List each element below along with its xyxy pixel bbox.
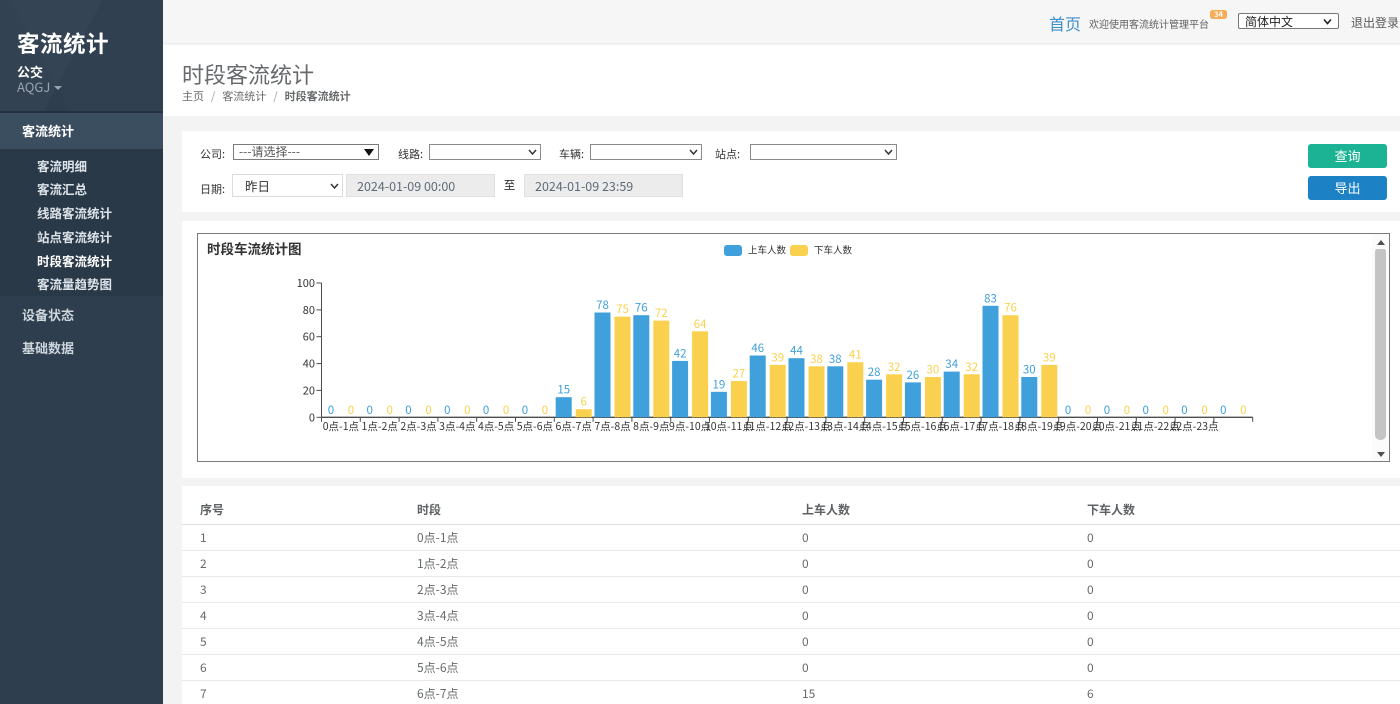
svg-text:0: 0 [444,402,450,418]
svg-text:76: 76 [1004,300,1017,316]
svg-text:75: 75 [616,301,629,317]
svg-text:0: 0 [1181,402,1187,418]
svg-text:41: 41 [849,347,862,363]
svg-text:0: 0 [464,402,470,418]
svg-text:100: 100 [297,275,315,291]
svg-text:26: 26 [907,367,920,383]
svg-text:38: 38 [810,351,823,367]
svg-text:0: 0 [309,409,315,425]
svg-text:38: 38 [829,351,842,367]
svg-text:8点-9点: 8点-9点 [633,419,669,434]
svg-text:0: 0 [1220,402,1226,418]
svg-text:6: 6 [581,394,587,410]
svg-text:0点-1点: 0点-1点 [323,419,359,434]
svg-text:60: 60 [303,329,315,345]
svg-text:0: 0 [503,402,509,418]
svg-text:76: 76 [635,300,648,316]
svg-text:34: 34 [945,356,958,372]
svg-text:3点-4点: 3点-4点 [439,419,475,434]
svg-text:15: 15 [557,382,570,398]
svg-text:0: 0 [405,402,411,418]
svg-text:46: 46 [751,340,764,356]
svg-text:0: 0 [1085,402,1091,418]
svg-text:30: 30 [1023,362,1036,378]
svg-text:0: 0 [1065,402,1071,418]
svg-text:0: 0 [1240,402,1246,418]
svg-text:19: 19 [713,376,726,392]
svg-text:0: 0 [542,402,548,418]
svg-text:27: 27 [733,366,746,382]
svg-text:2点-3点: 2点-3点 [400,419,436,434]
svg-text:80: 80 [303,302,315,318]
svg-text:0: 0 [1163,402,1169,418]
svg-text:0: 0 [387,402,393,418]
svg-text:0: 0 [1124,402,1130,418]
svg-text:时段车流统计图: 时段车流统计图 [207,238,302,258]
svg-text:32: 32 [888,359,901,375]
svg-text:0: 0 [483,402,489,418]
svg-text:1点-2点: 1点-2点 [362,419,398,434]
svg-text:78: 78 [596,297,609,313]
svg-text:40: 40 [303,356,315,372]
svg-text:5点-6点: 5点-6点 [517,419,553,434]
svg-text:28: 28 [868,364,881,380]
svg-text:39: 39 [771,349,784,365]
svg-text:39: 39 [1043,349,1056,365]
svg-text:22点-23点: 22点-23点 [1171,419,1219,434]
svg-text:0: 0 [425,402,431,418]
svg-text:32: 32 [965,359,978,375]
svg-text:0: 0 [1201,402,1207,418]
svg-text:7点-8点: 7点-8点 [594,419,630,434]
svg-text:0: 0 [367,402,373,418]
svg-text:20: 20 [303,382,315,398]
svg-text:44: 44 [790,343,803,359]
svg-text:4点-5点: 4点-5点 [478,419,514,434]
svg-text:上车人数: 上车人数 [748,243,787,257]
svg-text:0: 0 [348,402,354,418]
svg-text:下车人数: 下车人数 [814,243,853,257]
svg-text:64: 64 [694,316,707,332]
svg-text:0: 0 [328,402,334,418]
svg-text:72: 72 [655,305,668,321]
svg-text:0: 0 [522,402,528,418]
svg-text:30: 30 [927,362,940,378]
svg-text:6点-7点: 6点-7点 [556,419,592,434]
svg-text:0: 0 [1104,402,1110,418]
svg-text:0: 0 [1143,402,1149,418]
svg-text:83: 83 [984,290,997,306]
svg-text:42: 42 [674,345,687,361]
